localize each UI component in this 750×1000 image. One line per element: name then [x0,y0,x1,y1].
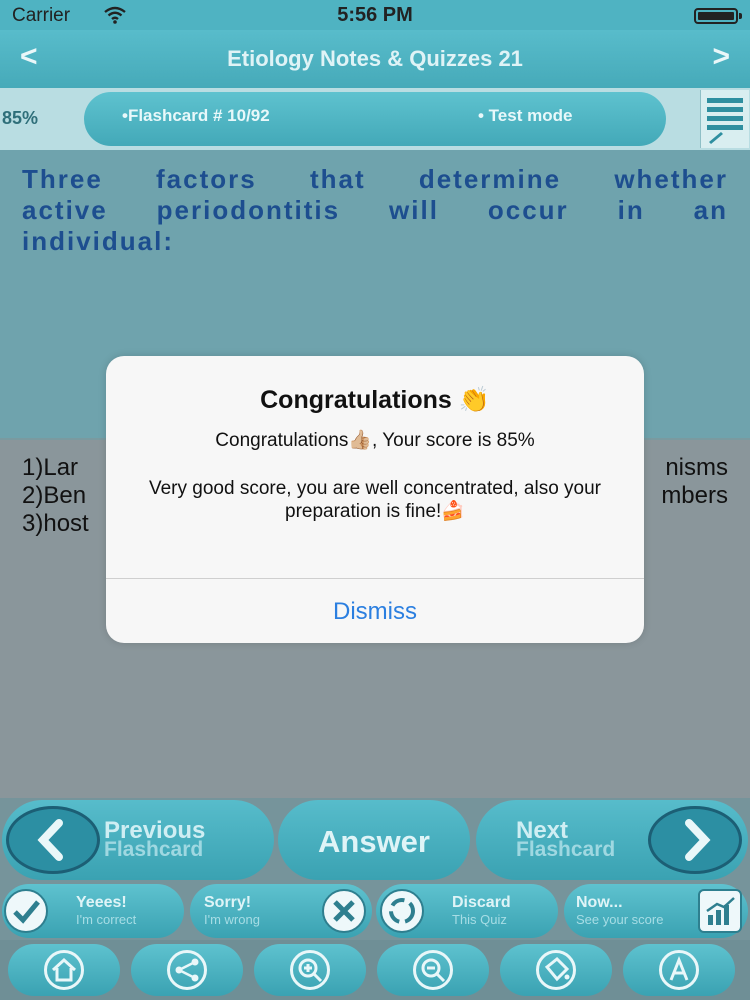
discard-sublabel: This Quiz [452,912,507,927]
recycle-icon [380,889,424,933]
discard-quiz-button[interactable]: Discard This Quiz [376,884,558,938]
chevron-right-icon [648,806,742,874]
mode-label: • Test mode [478,106,573,125]
question-text: Three factors that determine whether act… [22,164,728,256]
info-row: 85% •Flashcard # 10/92 • Test mode [0,88,750,150]
yes-sublabel: I'm correct [76,912,137,927]
chevron-left-icon [6,806,100,874]
bottom-toolbar [0,940,750,1000]
quiz-actions-bar: Yeees! I'm correct Sorry! I'm wrong Disc… [0,882,750,940]
next-flashcard-button[interactable]: Next Flashcard [476,800,748,880]
sorry-wrong-button[interactable]: Sorry! I'm wrong [190,884,372,938]
answer-line-2-end: mbers [661,482,728,509]
answer-label: Answer [318,824,430,859]
congratulations-dialog: Congratulations 👏 Congratulations👍🏼, You… [106,356,644,643]
dismiss-button[interactable]: Dismiss [106,598,644,626]
sorry-sublabel: I'm wrong [204,912,260,927]
zoom-out-icon [413,950,453,990]
forward-arrow-button[interactable]: > [712,40,730,74]
font-size-button[interactable] [623,944,735,996]
now-sublabel: See your score [576,912,664,927]
battery-tip [739,13,742,19]
clock: 5:56 PM [337,4,413,26]
previous-sublabel: Flashcard [104,838,204,861]
chart-icon [698,889,742,933]
share-button[interactable] [131,944,243,996]
font-icon [659,950,699,990]
zoom-out-button[interactable] [377,944,489,996]
answer-line-1: 1)Lar [22,454,79,481]
score-label: 85% [2,108,39,128]
flashcard-counter: •Flashcard # 10/92 [122,106,270,125]
nav-bar: < Etiology Notes & Quizzes 21 > [0,30,750,88]
dialog-score-message: Congratulations👍🏼, Your score is 85% [215,430,535,451]
home-icon [44,950,84,990]
discard-label: Discard [452,894,511,911]
now-label: Now... [576,894,623,911]
zoom-in-button[interactable] [254,944,366,996]
page-title: Etiology Notes & Quizzes 21 [227,46,523,71]
dialog-body: Very good score, you are well concentrat… [148,478,602,522]
color-fill-button[interactable] [500,944,612,996]
dialog-title: Congratulations 👏 [260,386,490,414]
answer-button[interactable]: Answer [278,800,470,880]
answer-line-3: 3)host [22,510,89,537]
checkmark-icon [4,889,48,933]
next-sublabel: Flashcard [516,838,616,861]
yes-correct-button[interactable]: Yeees! I'm correct [2,884,184,938]
x-icon [322,889,366,933]
answer-line-2: 2)Ben [22,482,87,509]
previous-flashcard-button[interactable]: Previous Flashcard [2,800,274,880]
see-score-button[interactable]: Now... See your score [564,884,748,938]
zoom-in-icon [290,950,330,990]
list-icon [707,98,743,144]
dialog-divider [106,578,644,579]
sorry-label: Sorry! [204,894,252,911]
share-icon [167,950,207,990]
bucket-icon [536,950,576,990]
list-menu-button[interactable] [700,90,749,148]
flashcard-nav-bar: Previous Flashcard Answer Next Flashcard [0,798,750,882]
home-button[interactable] [8,944,120,996]
yes-label: Yeees! [76,894,127,911]
battery-icon [694,8,738,24]
answer-line-1-end: nisms [665,454,728,481]
